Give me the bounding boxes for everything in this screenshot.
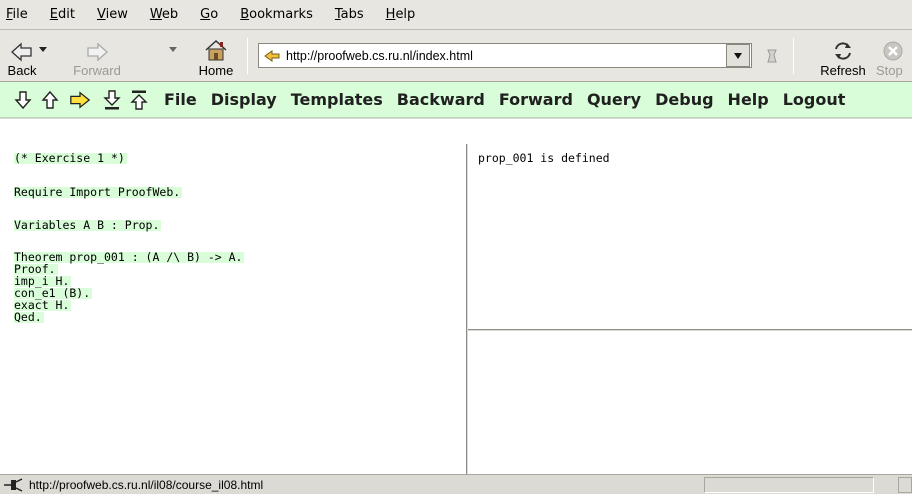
back-button[interactable]: Back — [2, 34, 42, 78]
response-pane: prop_001 is defined — [468, 144, 912, 330]
pw-menu-help[interactable]: Help — [728, 90, 769, 109]
toolbar-separator — [793, 38, 794, 74]
toolbar-separator — [247, 38, 248, 74]
address-bar[interactable]: http://proofweb.cs.ru.nl/index.html — [258, 43, 752, 68]
back-arrow-icon — [11, 42, 32, 62]
content-top-margin — [0, 119, 912, 144]
editor-line[interactable]: Variables A B : Prop. — [14, 219, 162, 231]
editor-line[interactable]: (* Exercise 1 *) — [14, 152, 127, 164]
editor-line[interactable]: Require Import ProofWeb. — [14, 186, 183, 198]
menu-help[interactable]: Help — [384, 5, 418, 24]
pw-menu-backward[interactable]: Backward — [397, 90, 485, 109]
menu-tabs[interactable]: Tabs — [333, 5, 366, 24]
chevron-down-icon — [734, 52, 742, 59]
pw-menu-display[interactable]: Display — [211, 90, 277, 109]
home-icon — [205, 39, 227, 61]
refresh-button[interactable]: Refresh — [815, 34, 871, 78]
forward-arrow-icon — [87, 42, 108, 62]
back-dropdown-icon[interactable] — [38, 44, 48, 54]
status-progress-cell — [704, 477, 874, 493]
stop-icon — [883, 41, 903, 61]
stop-label: Stop — [876, 63, 903, 78]
arrow-right-double-icon[interactable] — [69, 89, 91, 111]
goals-pane — [468, 331, 912, 474]
go-icon[interactable] — [764, 47, 780, 65]
pw-menu-templates[interactable]: Templates — [291, 90, 383, 109]
navigation-toolbar: Back Forward Home http://proofweb.cs.ru.… — [0, 30, 912, 82]
proof-editor[interactable]: (* Exercise 1 *) Require Import ProofWeb… — [7, 144, 467, 474]
menu-go[interactable]: Go — [198, 5, 220, 24]
status-bar: http://proofweb.cs.ru.nl/il08/course_il0… — [0, 474, 912, 494]
pw-menu-query[interactable]: Query — [587, 90, 641, 109]
refresh-label: Refresh — [820, 63, 866, 78]
pw-menu-debug[interactable]: Debug — [655, 90, 713, 109]
editor-gutter — [0, 144, 7, 474]
security-indicator-icon — [898, 477, 912, 493]
pw-menu-forward[interactable]: Forward — [499, 90, 573, 109]
response-text: prop_001 is defined — [478, 151, 610, 165]
url-text[interactable]: http://proofweb.cs.ru.nl/index.html — [286, 49, 473, 63]
status-text: http://proofweb.cs.ru.nl/il08/course_il0… — [29, 477, 264, 492]
url-dropdown-button[interactable] — [726, 44, 750, 67]
refresh-icon — [835, 42, 851, 60]
menu-edit[interactable]: Edit — [48, 5, 77, 24]
menu-bookmarks[interactable]: Bookmarks — [238, 5, 315, 24]
forward-button[interactable]: Forward — [64, 34, 130, 78]
arrow-down-to-bottom-icon[interactable] — [101, 89, 123, 111]
stop-button[interactable]: Stop — [876, 34, 912, 78]
home-label: Home — [198, 63, 234, 78]
pw-menu-file[interactable]: File — [164, 90, 197, 109]
arrow-down-icon[interactable] — [12, 89, 34, 111]
menu-bar: File Edit View Web Go Bookmarks Tabs Hel… — [0, 0, 912, 30]
arrow-up-icon[interactable] — [39, 89, 61, 111]
proofweb-toolbar: File Display Templates Backward Forward … — [0, 82, 912, 118]
arrow-up-to-top-icon[interactable] — [128, 89, 150, 111]
forward-dropdown-icon[interactable] — [168, 44, 178, 54]
forward-label: Forward — [73, 63, 121, 78]
menu-file[interactable]: File — [4, 5, 30, 24]
editor-line[interactable]: Qed. — [14, 311, 44, 323]
site-favicon-icon — [262, 46, 282, 66]
connection-icon — [4, 477, 23, 492]
menu-view[interactable]: View — [95, 5, 130, 24]
home-button[interactable]: Home — [192, 34, 240, 78]
back-label: Back — [7, 63, 37, 78]
pw-menu-logout[interactable]: Logout — [783, 90, 846, 109]
menu-web[interactable]: Web — [148, 5, 180, 24]
